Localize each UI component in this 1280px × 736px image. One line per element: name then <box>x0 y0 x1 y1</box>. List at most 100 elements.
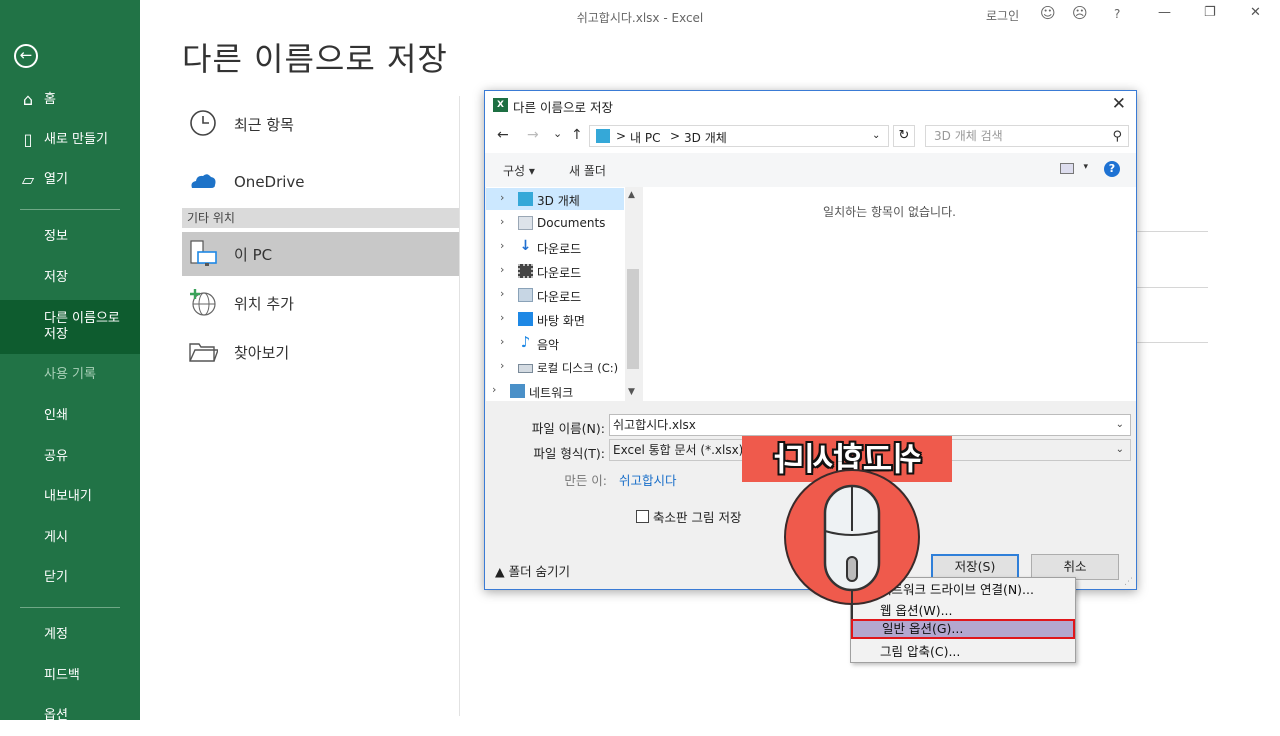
sidebar-item-share[interactable]: 공유 <box>0 437 140 477</box>
chevron-down-icon[interactable]: ⌄ <box>872 130 880 141</box>
tree-item-3d-objects[interactable]: › 3D 개체 <box>486 188 624 210</box>
view-menu-caret[interactable]: ▾ <box>1083 162 1088 172</box>
filename-input[interactable]: 쉬고합시다.xlsx ⌄ <box>609 414 1131 436</box>
mouse-icon <box>823 484 881 619</box>
home-icon: ⌂ <box>22 90 34 109</box>
search-input[interactable]: 3D 개체 검색 ⚲ <box>925 125 1129 147</box>
sidebar-item-save[interactable]: 저장 <box>0 258 140 298</box>
tree-item-pictures[interactable]: › 다운로드 <box>486 284 624 306</box>
location-this-pc[interactable]: 이 PC <box>182 232 460 276</box>
up-folder-button[interactable]: ↑ <box>571 127 583 143</box>
backstage-sidebar: ← ⌂ 홈 ▯ 새로 만들기 ▱ 열기 정보 저장 다른 이름으로 저장 사용 … <box>0 0 140 723</box>
scroll-thumb[interactable] <box>627 269 639 369</box>
other-locations-header: 기타 위치 <box>182 208 460 228</box>
clock-icon <box>190 110 216 136</box>
sidebar-item-export[interactable]: 내보내기 <box>0 477 140 517</box>
author-label: 만든 이: <box>564 473 607 488</box>
restore-button[interactable]: ❐ <box>1204 5 1216 20</box>
new-doc-icon: ▯ <box>23 130 33 149</box>
chevron-down-icon[interactable]: ⌄ <box>1116 440 1124 460</box>
filename-label: 파일 이름(N): <box>531 421 605 436</box>
sidebar-item-info[interactable]: 정보 <box>0 217 140 257</box>
sidebar-item-account[interactable]: 계정 <box>0 615 140 655</box>
minimize-button[interactable]: — <box>1158 5 1171 20</box>
sidebar-divider <box>20 607 120 608</box>
sidebar-item-history[interactable]: 사용 기록 <box>0 355 140 395</box>
sidebar-divider <box>20 209 120 210</box>
tree-item-local-disk[interactable]: › 로컬 디스크 (C:) <box>486 356 624 378</box>
scroll-down-icon[interactable]: ▼ <box>628 387 635 397</box>
tree-item-documents[interactable]: › Documents <box>486 212 624 234</box>
excel-icon: X <box>493 98 508 112</box>
location-recent[interactable]: 최근 항목 <box>182 102 460 146</box>
location-browse[interactable]: 찾아보기 <box>182 330 460 374</box>
drive-icon <box>518 364 533 373</box>
resize-grip-icon[interactable]: ⋰ <box>1124 577 1133 587</box>
music-icon: ♪ <box>520 333 531 351</box>
empty-message: 일치하는 항목이 없습니다. <box>823 205 956 219</box>
divider-line <box>1136 231 1208 232</box>
location-onedrive[interactable]: OneDrive <box>182 160 460 204</box>
recent-locations-button[interactable]: ⌄ <box>553 127 562 140</box>
dialog-toolbar: 구성 ▾ 새 폴더 ▾ ? <box>485 153 1136 187</box>
sidebar-item-publish[interactable]: 게시 <box>0 518 140 558</box>
page-title: 다른 이름으로 저장 <box>182 40 448 78</box>
menu-item-general-options[interactable]: 일반 옵션(G)... <box>851 619 1075 639</box>
sidebar-item-home[interactable]: ⌂ 홈 <box>0 80 140 120</box>
dialog-help-icon[interactable]: ? <box>1104 161 1120 177</box>
filetype-label: 파일 형식(T): <box>533 446 605 461</box>
network-icon <box>510 384 525 398</box>
sidebar-item-print[interactable]: 인쇄 <box>0 396 140 436</box>
thumbnail-checkbox[interactable] <box>636 510 649 523</box>
thumbnail-label[interactable]: 축소판 그림 저장 <box>653 507 741 526</box>
breadcrumb-3d-objects[interactable]: 3D 개체 <box>684 129 727 146</box>
divider-line <box>1136 287 1208 288</box>
new-folder-button[interactable]: 새 폴더 <box>569 162 606 179</box>
desktop-icon <box>518 312 533 326</box>
tree-item-desktop[interactable]: › 바탕 화면 <box>486 308 624 330</box>
tree-item-music[interactable]: › ♪ 음악 <box>486 332 624 354</box>
navigation-tree: › 3D 개체 › Documents › ↓ 다운로드 › 다운로드 › 다운… <box>486 187 641 401</box>
refresh-button[interactable]: ↻ <box>893 125 915 147</box>
back-arrow-icon[interactable]: ← <box>14 44 38 68</box>
folder-icon <box>189 343 218 362</box>
sign-in-link[interactable]: 로그인 <box>986 7 1019 24</box>
tree-item-network[interactable]: › 네트워크 <box>486 380 624 401</box>
frown-icon[interactable]: ☹ <box>1072 4 1088 22</box>
divider-line <box>1136 342 1208 343</box>
back-nav-button[interactable]: ← <box>497 127 509 143</box>
sidebar-item-options[interactable]: 옵션 <box>0 696 140 736</box>
smile-icon[interactable]: ☺ <box>1040 4 1056 22</box>
sidebar-item-feedback[interactable]: 피드백 <box>0 656 140 696</box>
sidebar-item-save-as[interactable]: 다른 이름으로 저장 <box>0 300 140 354</box>
globe-add-icon <box>190 289 216 316</box>
scroll-up-icon[interactable]: ▲ <box>628 190 635 200</box>
hide-folders-button[interactable]: ▲ 폴더 숨기기 <box>495 561 570 580</box>
sidebar-item-new[interactable]: ▯ 새로 만들기 <box>0 120 140 160</box>
menu-item-compress-pictures[interactable]: 그림 압축(C)... <box>853 642 1073 662</box>
address-bar[interactable]: > 내 PC > 3D 개체 ⌄ <box>589 125 889 147</box>
close-window-button[interactable]: ✕ <box>1250 5 1261 20</box>
folder-open-icon: ▱ <box>21 170 35 189</box>
forward-nav-button[interactable]: → <box>527 127 539 143</box>
sidebar-item-open[interactable]: ▱ 열기 <box>0 160 140 200</box>
sidebar-item-close[interactable]: 닫기 <box>0 558 140 598</box>
pictures-icon <box>518 288 533 302</box>
onedrive-cloud-icon <box>191 174 216 188</box>
search-icon: ⚲ <box>1112 129 1122 144</box>
chevron-down-icon[interactable]: ⌄ <box>1116 415 1124 435</box>
dialog-titlebar: X 다른 이름으로 저장 ✕ <box>485 91 1136 119</box>
breadcrumb-my-pc[interactable]: 내 PC <box>630 129 660 146</box>
tree-item-videos[interactable]: › 다운로드 <box>486 260 624 282</box>
location-add-place[interactable]: 위치 추가 <box>182 281 460 325</box>
tree-scrollbar[interactable]: ▲ ▼ <box>625 187 641 401</box>
address-row: ← → ⌄ ↑ > 내 PC > 3D 개체 ⌄ ↻ 3D 개체 검색 ⚲ <box>485 119 1136 153</box>
dialog-close-button[interactable]: ✕ <box>1112 94 1126 114</box>
organize-button[interactable]: 구성 ▾ <box>503 162 535 179</box>
tree-item-downloads[interactable]: › ↓ 다운로드 <box>486 236 624 258</box>
panel-divider <box>459 96 460 716</box>
help-icon[interactable]: ? <box>1114 7 1120 21</box>
3d-objects-icon <box>596 129 610 143</box>
view-icon[interactable] <box>1060 163 1074 174</box>
author-value[interactable]: 쉬고합시다 <box>619 470 677 489</box>
